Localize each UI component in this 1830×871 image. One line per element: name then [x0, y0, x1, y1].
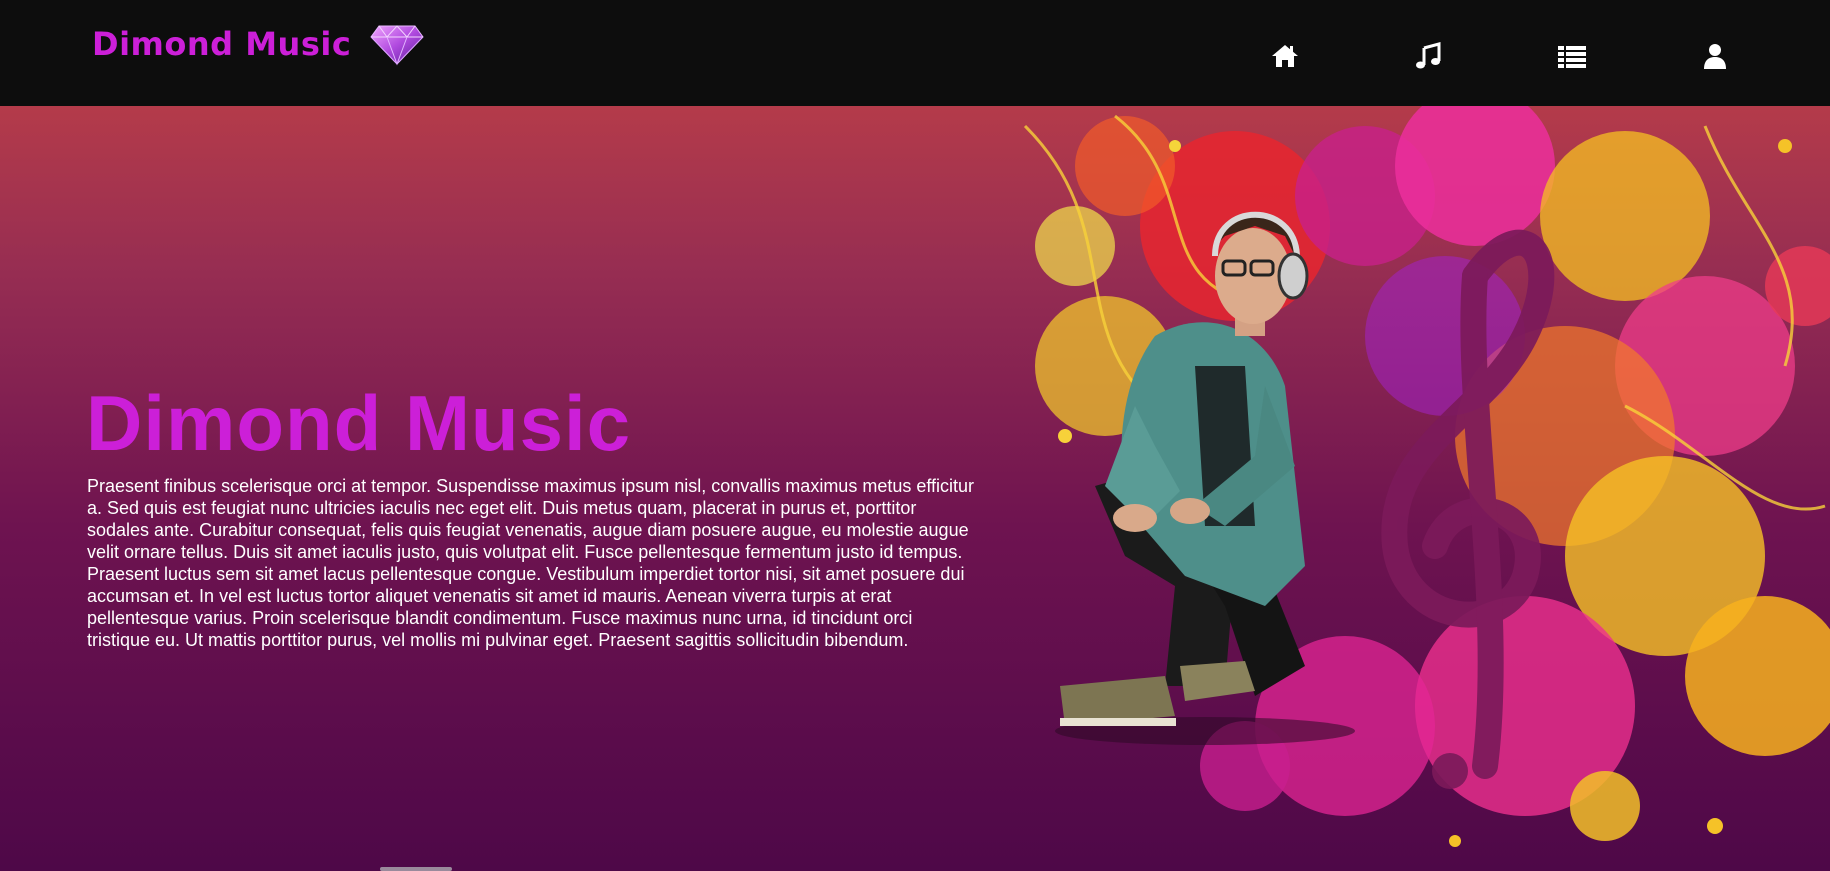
hero-description: Praesent finibus scelerisque orci at tem…: [87, 476, 975, 650]
list-icon: [1557, 46, 1586, 68]
brand-logo[interactable]: Dimond Music: [92, 22, 425, 66]
brand-name: Dimond Music: [92, 25, 352, 63]
nav-music[interactable]: [1398, 30, 1458, 82]
music-note-icon: [1416, 42, 1441, 69]
music-splash-illustration: [1023, 106, 1830, 847]
diamond-icon: [370, 25, 424, 66]
home-icon: [1272, 45, 1298, 67]
nav-home[interactable]: [1255, 30, 1315, 82]
user-icon: [1703, 44, 1726, 69]
nav-list[interactable]: [1542, 30, 1602, 82]
hero-title: Dimond Music: [86, 379, 632, 467]
hero-section: Dimond Music Praesent finibus scelerisqu…: [0, 106, 1830, 871]
main-nav: [1255, 30, 1745, 82]
horizontal-scrollbar-thumb[interactable]: [380, 867, 452, 871]
top-navbar: Dimond Music: [0, 0, 1830, 107]
nav-profile[interactable]: [1685, 30, 1745, 82]
